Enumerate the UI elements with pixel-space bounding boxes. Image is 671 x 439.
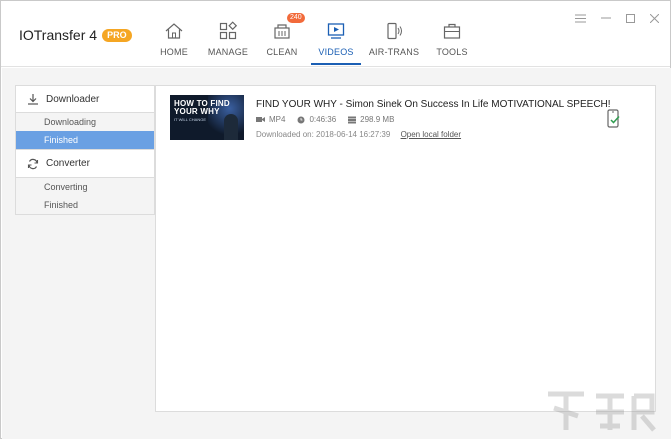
tab-airtrans-label: AIR-TRANS (368, 47, 420, 57)
minimize-icon[interactable] (599, 11, 613, 25)
thumbnail-subtext: IT WILL CHANGE (174, 117, 207, 122)
tab-tools-label: TOOLS (436, 47, 468, 57)
tab-airtrans[interactable]: AIR-TRANS (363, 1, 425, 67)
sidebar-item-downloading[interactable]: Downloading (16, 113, 154, 131)
video-size: 298.9 MB (360, 115, 395, 124)
tab-manage-label: MANAGE (207, 47, 249, 57)
watermark-logo-icon (548, 391, 656, 432)
tab-home[interactable]: HOME (147, 1, 201, 67)
tab-manage[interactable]: MANAGE (201, 1, 255, 67)
app-window: IOTransfer 4 PRO HOME MANAGE 240 CLEAN V… (0, 0, 671, 439)
sidebar-item-convert-finished[interactable]: Finished (16, 196, 154, 214)
downloaded-on: Downloaded on: 2018-06-14 16:27:39 (256, 130, 391, 139)
app-name: IOTransfer 4 (19, 27, 98, 43)
sidebar-item-converting[interactable]: Converting (16, 178, 154, 196)
header: IOTransfer 4 PRO HOME MANAGE 240 CLEAN V… (1, 1, 670, 67)
tab-videos-label: VIDEOS (318, 47, 354, 57)
video-duration: 0:46:36 (309, 115, 337, 124)
pro-badge: PRO (102, 28, 132, 42)
sidebar-converter[interactable]: Converter (15, 150, 155, 178)
toolbox-icon (440, 19, 464, 43)
sidebar-item-download-finished[interactable]: Finished (16, 131, 154, 149)
video-title: FIND YOUR WHY - Simon Sinek On Success I… (256, 99, 611, 110)
grid-icon (216, 19, 240, 43)
converter-subitems: Converting Finished (15, 178, 155, 215)
video-thumbnail: HOW TO FIND YOUR WHY IT WILL CHANGE (170, 95, 244, 140)
video-format: MP4 (269, 115, 286, 124)
camera-icon (256, 117, 265, 122)
home-icon (162, 19, 186, 43)
main-nav: HOME MANAGE 240 CLEAN VIDEOS AIR-TRANS T… (147, 1, 479, 67)
tab-clean-label: CLEAN (266, 47, 298, 57)
storage-icon (348, 116, 357, 123)
tab-videos[interactable]: VIDEOS (309, 1, 363, 67)
list-item[interactable]: HOW TO FIND YOUR WHY IT WILL CHANGE FIND … (170, 95, 650, 145)
download-icon (26, 92, 40, 106)
sidebar: Downloader Downloading Finished Converte… (15, 85, 155, 215)
video-icon (324, 19, 348, 43)
tab-clean[interactable]: 240 CLEAN (255, 1, 309, 67)
wireless-phone-icon (382, 19, 406, 43)
convert-icon (26, 157, 40, 171)
menu-icon[interactable] (573, 11, 587, 25)
video-meta: MP4 0:46:36 298.9 MB (256, 115, 406, 124)
clock-icon (297, 116, 305, 123)
tab-home-label: HOME (160, 47, 188, 57)
app-brand: IOTransfer 4 PRO (19, 27, 132, 43)
transfer-to-device-icon[interactable] (606, 109, 622, 129)
sidebar-converter-label: Converter (46, 158, 90, 169)
download-info: Downloaded on: 2018-06-14 16:27:39 Open … (256, 130, 461, 139)
maximize-icon[interactable] (623, 11, 637, 25)
clean-count-badge: 240 (287, 13, 305, 23)
sidebar-downloader-label: Downloader (46, 93, 100, 105)
downloader-subitems: Downloading Finished (15, 113, 155, 150)
thumbnail-text: HOW TO FIND YOUR WHY (174, 99, 230, 116)
sidebar-downloader[interactable]: Downloader (15, 85, 155, 113)
finished-list: HOW TO FIND YOUR WHY IT WILL CHANGE FIND … (155, 85, 656, 412)
open-local-folder-link[interactable]: Open local folder (401, 130, 461, 139)
close-icon[interactable] (647, 11, 661, 25)
tab-tools[interactable]: TOOLS (425, 1, 479, 67)
